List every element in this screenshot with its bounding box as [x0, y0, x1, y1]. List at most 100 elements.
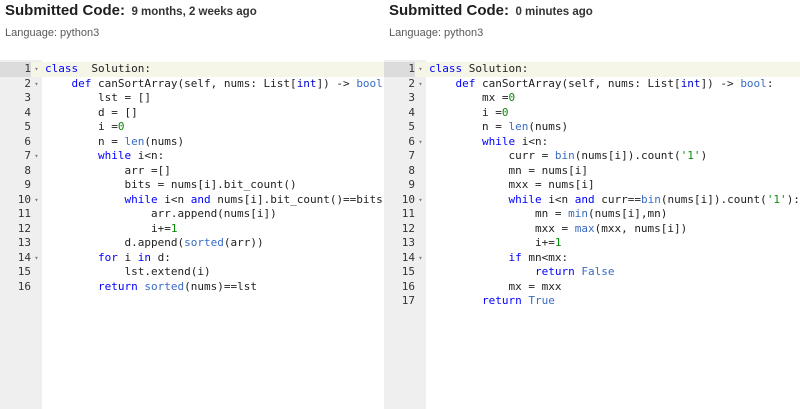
- code-text: mn = min(nums[i],mn): [429, 207, 668, 220]
- line-number: 14: [401, 250, 415, 264]
- line-number: 14: [17, 250, 31, 264]
- language-label: Language: python3: [5, 27, 100, 39]
- line-number: 15: [17, 265, 31, 278]
- code-text: def canSortArray(self, nums: List[int]) …: [455, 76, 774, 90]
- line-number: 7: [408, 149, 415, 162]
- code-text: mx = mxx: [429, 279, 562, 293]
- code-text: mx =0: [429, 91, 516, 104]
- code-line[interactable]: 10 ▾ while i<n and nums[i].bit_count()==b…: [0, 192, 390, 208]
- code-line[interactable]: 17 return True: [384, 294, 800, 309]
- submission-timestamp: 9 months, 2 weeks ago: [131, 6, 257, 18]
- code-line[interactable]: 4 d = []: [0, 106, 384, 121]
- code-text: curr = bin(nums[i]).count('1'): [429, 149, 708, 162]
- line-number: 5: [24, 120, 31, 133]
- line-number: 15: [401, 265, 415, 278]
- line-number: 10: [17, 192, 31, 206]
- code-text: class Solution:: [429, 62, 529, 75]
- code-text: lst.extend(i): [45, 265, 211, 278]
- line-number: 6: [408, 134, 415, 148]
- code-line[interactable]: 15 lst.extend(i): [0, 265, 384, 280]
- code-line[interactable]: 13 d.append(sorted(arr)): [0, 236, 384, 251]
- code-line[interactable]: 9 bits = nums[i].bit_count(): [0, 178, 384, 193]
- code-text: return False: [534, 265, 615, 278]
- code-line[interactable]: 15 return False: [384, 265, 800, 280]
- code-text: while i<n and curr==bin(nums[i]).count('…: [508, 192, 800, 206]
- line-number: 11: [17, 207, 31, 220]
- code-text: while i<n:: [97, 149, 165, 162]
- code-line[interactable]: 8 arr =[]: [0, 164, 384, 179]
- code-text: return sorted(nums)==lst: [97, 279, 257, 293]
- code-line[interactable]: 2 ▾ def canSortArray(self, nums: List[int…: [384, 77, 800, 92]
- line-number: 8: [24, 163, 31, 177]
- code-text: class Solution:: [45, 62, 151, 75]
- submission-header: Submitted Code: 9 months, 2 weeks ago: [5, 2, 257, 22]
- code-line[interactable]: 10 ▾ while i<n and curr==bin(nums[i]).cou…: [384, 193, 800, 208]
- code-line[interactable]: 2 ▾ def canSortArray(self, nums: List[int…: [0, 77, 389, 92]
- code-text: n = len(nums): [45, 134, 185, 148]
- code-line[interactable]: 12 i+=1: [0, 222, 384, 237]
- left-submission-panel: Submitted Code: 9 months, 2 weeks ago La…: [0, 0, 400, 409]
- fold-toggle-icon[interactable]: ▾: [32, 62, 41, 77]
- code-editor[interactable]: 1 ▾ class Solution: 2 ▾ def canSortArray(sel…: [384, 60, 800, 409]
- fold-toggle-icon[interactable]: ▾: [416, 135, 425, 150]
- code-editor[interactable]: 1 ▾ class Solution: 2 ▾ def canSortArray(sel…: [0, 60, 390, 409]
- submission-title: Submitted Code:: [5, 2, 125, 19]
- code-line[interactable]: 8 mn = nums[i]: [384, 164, 800, 179]
- line-number: 5: [408, 120, 415, 133]
- code-text: for i in d:: [97, 250, 171, 264]
- line-number: 6: [24, 134, 31, 148]
- code-text: i =0: [45, 120, 125, 133]
- code-text: def canSortArray(self, nums: List[int]) …: [71, 76, 390, 90]
- language-label: Language: python3: [389, 27, 484, 39]
- submission-header: Submitted Code: 0 minutes ago: [389, 2, 593, 22]
- code-line[interactable]: 4 i =0: [384, 106, 800, 121]
- code-line[interactable]: 14 ▾ if mn<mx:: [384, 251, 800, 266]
- fold-toggle-icon[interactable]: ▾: [416, 77, 425, 92]
- fold-toggle-icon[interactable]: ▾: [416, 193, 425, 208]
- fold-toggle-icon[interactable]: ▾: [32, 193, 41, 208]
- code-line[interactable]: 3 mx =0: [384, 91, 800, 106]
- code-line[interactable]: 9 mxx = nums[i]: [384, 178, 800, 193]
- code-text: d.append(sorted(arr)): [45, 236, 264, 249]
- fold-toggle-icon[interactable]: ▾: [416, 251, 425, 266]
- submission-title: Submitted Code:: [389, 2, 509, 19]
- code-line[interactable]: 3 lst = []: [0, 91, 384, 106]
- code-text: n = len(nums): [429, 120, 569, 133]
- fold-toggle-icon[interactable]: ▾: [32, 251, 41, 266]
- line-number: 7: [24, 149, 31, 162]
- line-number: 1: [0, 62, 31, 77]
- fold-toggle-icon[interactable]: ▾: [32, 149, 41, 164]
- code-line[interactable]: 11 arr.append(nums[i]): [0, 207, 384, 222]
- line-number: 9: [24, 178, 31, 191]
- code-line[interactable]: 14 ▾ for i in d:: [0, 251, 384, 266]
- code-text: arr =[]: [45, 163, 171, 177]
- code-line[interactable]: 6 n = len(nums): [0, 135, 384, 150]
- line-number: 3: [24, 91, 31, 104]
- code-text: while i<n and nums[i].bit_count()==bits:: [124, 192, 390, 206]
- code-line[interactable]: 7 ▾ while i<n:: [0, 149, 384, 164]
- code-text: while i<n:: [481, 134, 549, 148]
- code-line[interactable]: 16 return sorted(nums)==lst: [0, 280, 384, 295]
- code-text: if mn<mx:: [508, 250, 569, 264]
- code-line[interactable]: 6 ▾ while i<n:: [384, 135, 800, 150]
- code-line[interactable]: 12 mxx = max(mxx, nums[i]): [384, 222, 800, 237]
- line-number: 4: [24, 105, 31, 119]
- code-line[interactable]: 5 i =0: [0, 120, 384, 135]
- fold-toggle-icon[interactable]: ▾: [32, 77, 41, 92]
- code-text: mxx = max(mxx, nums[i]): [429, 221, 688, 235]
- code-text: arr.append(nums[i]): [45, 207, 277, 220]
- code-line[interactable]: 5 n = len(nums): [384, 120, 800, 135]
- fold-toggle-icon[interactable]: ▾: [416, 62, 425, 77]
- code-line[interactable]: 13 i+=1: [384, 236, 800, 251]
- code-text: return True: [481, 294, 555, 307]
- code-line[interactable]: 7 curr = bin(nums[i]).count('1'): [384, 149, 800, 164]
- code-text: lst = []: [45, 91, 151, 104]
- code-line[interactable]: 16 mx = mxx: [384, 280, 800, 295]
- code-line[interactable]: 1 ▾ class Solution:: [384, 62, 800, 77]
- code-line[interactable]: 1 ▾ class Solution:: [0, 62, 384, 77]
- code-text: mxx = nums[i]: [429, 178, 595, 191]
- code-text: bits = nums[i].bit_count(): [45, 178, 297, 191]
- code-line[interactable]: 11 mn = min(nums[i],mn): [384, 207, 800, 222]
- line-number: 1: [384, 62, 415, 77]
- line-number: 11: [401, 207, 415, 220]
